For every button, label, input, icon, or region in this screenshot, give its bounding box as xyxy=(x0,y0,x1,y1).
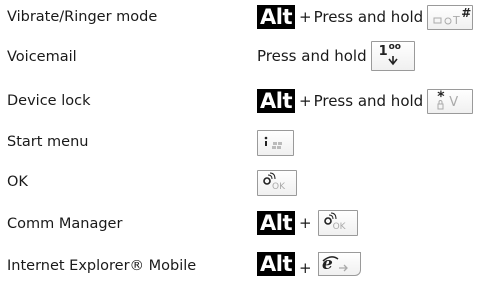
alt-key: Alt xyxy=(257,252,295,276)
key-sub: OK xyxy=(272,182,285,192)
key-letter: V xyxy=(449,94,459,110)
row-label: Start menu xyxy=(7,134,89,150)
action-text: Press and hold xyxy=(313,8,424,26)
alt-key: Alt xyxy=(257,5,295,29)
key-glyph: * xyxy=(437,88,445,105)
key-glyph: # xyxy=(461,5,472,20)
alt-key: Alt xyxy=(257,211,295,235)
key-glyph: 1 xyxy=(378,44,388,59)
row-label: Comm Manager xyxy=(7,216,123,232)
shortcut-row-start-menu: Start menu xyxy=(0,126,485,156)
row-label: OK xyxy=(7,174,28,190)
key-sub: oo xyxy=(388,42,401,52)
alt-key: Alt xyxy=(257,89,295,113)
lock-key-icon: * V xyxy=(427,88,474,114)
plus-sign: + xyxy=(299,92,312,110)
ok-key-icon: OK xyxy=(317,210,358,236)
row-label: Internet Explorer® Mobile xyxy=(7,258,197,274)
plus-sign: + xyxy=(299,259,312,277)
row-label: Device lock xyxy=(7,93,91,109)
voicemail-key-icon: 1 oo xyxy=(370,41,415,71)
row-label: Voicemail xyxy=(7,49,77,65)
shortcut-combo: Alt + Press and hold T # xyxy=(257,2,474,32)
shortcut-combo: Press and hold 1 oo xyxy=(257,41,415,71)
svg-text:T: T xyxy=(452,14,460,27)
plus-sign: + xyxy=(299,214,312,232)
shortcut-row-internet-explorer: Internet Explorer® Mobile Alt + e xyxy=(0,249,485,279)
shortcut-combo: OK xyxy=(257,168,297,198)
shortcut-row-comm-manager: Comm Manager Alt + OK xyxy=(0,207,485,237)
internet-explorer-key-icon: e xyxy=(317,252,361,276)
ringer-vibrate-key-icon: T # xyxy=(427,4,474,30)
shortcut-row-device-lock: Device lock Alt + Press and hold * V xyxy=(0,84,485,114)
shortcut-row-vibrate: Vibrate/Ringer mode Alt + Press and hold… xyxy=(0,0,485,30)
shortcut-row-voicemail: Voicemail Press and hold 1 oo xyxy=(0,40,485,71)
shortcut-combo xyxy=(257,128,294,158)
action-text: Press and hold xyxy=(257,47,367,65)
shortcut-combo: Alt + Press and hold * V xyxy=(257,86,474,116)
action-text: Press and hold xyxy=(313,92,424,110)
shortcut-row-ok: OK OK xyxy=(0,165,485,198)
plus-sign: + xyxy=(299,8,312,26)
row-label: Vibrate/Ringer mode xyxy=(7,9,158,25)
shortcut-combo: Alt + e xyxy=(257,249,361,279)
shortcut-combo: Alt + OK xyxy=(257,208,358,238)
ok-key-icon: OK xyxy=(257,170,297,196)
key-sub: OK xyxy=(332,222,346,232)
windows-start-key-icon xyxy=(257,130,294,156)
